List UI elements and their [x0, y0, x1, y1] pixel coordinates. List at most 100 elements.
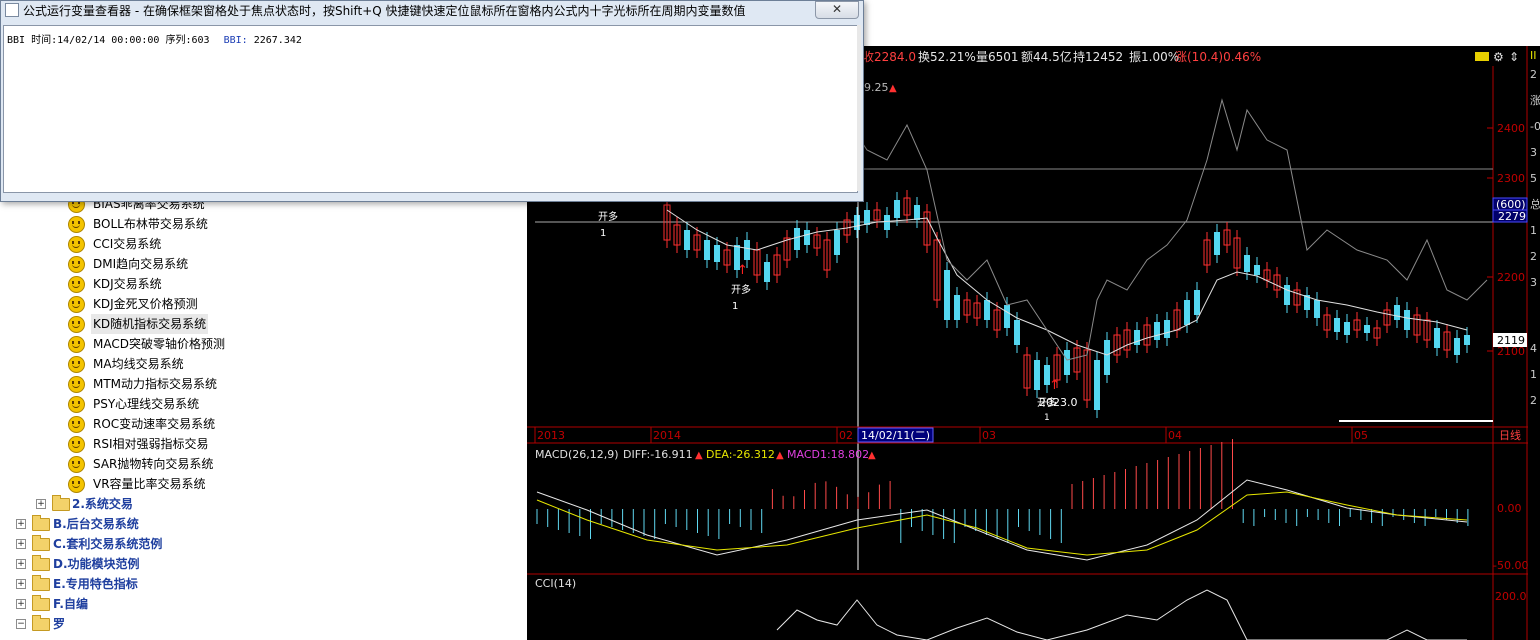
date-tick: 2014	[653, 429, 681, 442]
info-close: 收2284.0	[862, 50, 916, 64]
popup-title-text: 公式运行变量查看器 - 在确保框架窗格处于焦点状态时，按Shift+Q 快捷键快…	[23, 4, 746, 18]
smiley-icon	[68, 476, 85, 493]
signal-qty-2: 1	[732, 301, 738, 312]
low-open-long: 开多	[1037, 396, 1057, 409]
tree-category-label: C.套利交易系统范例	[53, 537, 163, 551]
tree-item-label: DMI趋向交易系统	[93, 257, 189, 271]
variable-output-area[interactable]: BBI 时间:14/02/14 00:00:00 序列:603 BBI: 226…	[3, 25, 858, 193]
low-qty: 1	[1044, 413, 1050, 423]
cci-tick-0: 200.0	[1495, 590, 1527, 603]
tree-item-label: MA均线交易系统	[93, 357, 184, 371]
macd-macd1: MACD1:18.802	[787, 448, 869, 461]
right-edge-char: 2	[1530, 394, 1537, 407]
folder-icon	[52, 495, 70, 511]
cci-line	[776, 589, 1467, 640]
collapse-icon[interactable]: −	[16, 619, 26, 629]
expand-icon[interactable]: +	[16, 579, 26, 589]
folder-icon	[32, 555, 50, 571]
smiley-icon	[68, 296, 85, 313]
tree-item-label: KD随机指标交易系统	[91, 314, 209, 334]
expand-icon[interactable]: +	[36, 499, 46, 509]
popup-titlebar[interactable]: 公式运行变量查看器 - 在确保框架窗格处于焦点状态时，按Shift+Q 快捷键快…	[5, 1, 746, 23]
right-edge-char: 5	[1530, 172, 1537, 185]
smiley-icon	[68, 436, 85, 453]
macd-name: MACD(26,12,9)	[535, 448, 619, 461]
macd-tick-0: 0.00	[1497, 502, 1522, 515]
right-edge-char: 2	[1530, 250, 1537, 263]
date-tick: 05	[1354, 429, 1368, 442]
close-icon: ✕	[831, 2, 843, 16]
smiley-icon	[68, 456, 85, 473]
right-edge-char: 总	[1530, 197, 1540, 211]
expand-icon[interactable]: +	[16, 559, 26, 569]
cci-name: CCI(14)	[535, 577, 576, 590]
right-edge-char: 3	[1530, 146, 1537, 159]
price-tick: 2400	[1497, 122, 1525, 135]
macd-dea: DEA:-26.312	[706, 448, 775, 461]
period-label[interactable]: 日线	[1499, 428, 1521, 442]
draw-tool-icon[interactable]	[1475, 52, 1489, 61]
smiley-icon	[68, 356, 85, 373]
signal-open-long-2: 开多	[731, 283, 751, 296]
date-tick: 02	[839, 429, 853, 442]
folder-icon	[32, 575, 50, 591]
tree-item-label: RSI相对强弱指标交易	[93, 437, 209, 451]
smiley-icon	[68, 396, 85, 413]
smiley-icon	[68, 336, 85, 353]
tree-item-label: SAR抛物转向交易系统	[93, 457, 214, 471]
tree-category-label: D.功能模块范例	[53, 557, 140, 571]
smiley-icon	[68, 316, 85, 333]
date-tick: 04	[1168, 429, 1182, 442]
tree-item-label: MACD突破零轴价格预测	[93, 337, 225, 351]
right-edge-label: II	[1530, 49, 1537, 62]
tree-category-label: 罗	[53, 617, 66, 631]
tree-item-label: VR容量比率交易系统	[93, 477, 206, 491]
variable-line-prefix: BBI 时间:14/02/14 00:00:00 序列:603	[7, 35, 210, 46]
pin-icon[interactable]: ⇕	[1509, 50, 1519, 64]
info-volume: 量6501	[976, 50, 1019, 64]
cursor-date: 14/02/11(二)	[861, 429, 930, 442]
price-tick: 2200	[1497, 271, 1525, 284]
info-amplitude: 振1.00%	[1129, 50, 1179, 64]
signal-qty-1: 1	[600, 228, 606, 239]
smiley-icon	[68, 416, 85, 433]
signal-arrow-low-icon: ↑	[1049, 378, 1060, 393]
right-edge-char: 涨	[1530, 94, 1540, 107]
candlestick-series	[663, 190, 1470, 418]
date-tick: 03	[982, 429, 996, 442]
right-edge-char: -0	[1530, 120, 1540, 133]
folder-icon	[32, 595, 50, 611]
signal-open-long-1: 开多	[598, 210, 618, 223]
formula-variable-viewer-window[interactable]: 公式运行变量查看器 - 在确保框架窗格处于焦点状态时，按Shift+Q 快捷键快…	[0, 0, 864, 202]
smiley-icon	[68, 236, 85, 253]
close-button[interactable]: ✕	[815, 1, 859, 19]
svg-text:▲: ▲	[868, 450, 876, 461]
line-tag-value: 2279	[1498, 210, 1526, 223]
smiley-icon	[68, 276, 85, 293]
smiley-icon	[68, 376, 85, 393]
right-edge-char: 1	[1530, 224, 1537, 237]
price-tick: 2300	[1497, 172, 1525, 185]
tree-item-label: CCI交易系统	[93, 237, 162, 251]
settings-icon[interactable]: ⚙	[1493, 50, 1504, 64]
info-amount: 额44.5亿	[1021, 49, 1072, 64]
info-change: 涨(10.4)0.46%	[1175, 49, 1261, 64]
macd-tick-1: -50.00	[1493, 559, 1528, 572]
tree-item-label: KDJ金死叉价格预测	[93, 297, 198, 311]
folder-icon	[32, 515, 50, 531]
expand-icon[interactable]: +	[16, 519, 26, 529]
variable-value: 2267.342	[253, 35, 302, 46]
info-turnover: 换52.21%	[918, 50, 976, 64]
right-edge-char: 4	[1530, 342, 1537, 355]
vertical-scrollbar[interactable]	[857, 25, 861, 191]
expand-icon[interactable]: +	[16, 539, 26, 549]
high-marker: 9.25	[864, 81, 889, 94]
smiley-icon	[68, 216, 85, 233]
folder-icon	[32, 615, 50, 631]
right-edge-char: 3	[1530, 276, 1537, 289]
svg-text:▲: ▲	[776, 450, 784, 461]
signal-arrow-icon: ↑	[737, 263, 748, 278]
date-tick: 2013	[537, 429, 565, 442]
expand-icon[interactable]: +	[16, 599, 26, 609]
tree-subfolder-label: 2.系统交易	[72, 497, 133, 511]
